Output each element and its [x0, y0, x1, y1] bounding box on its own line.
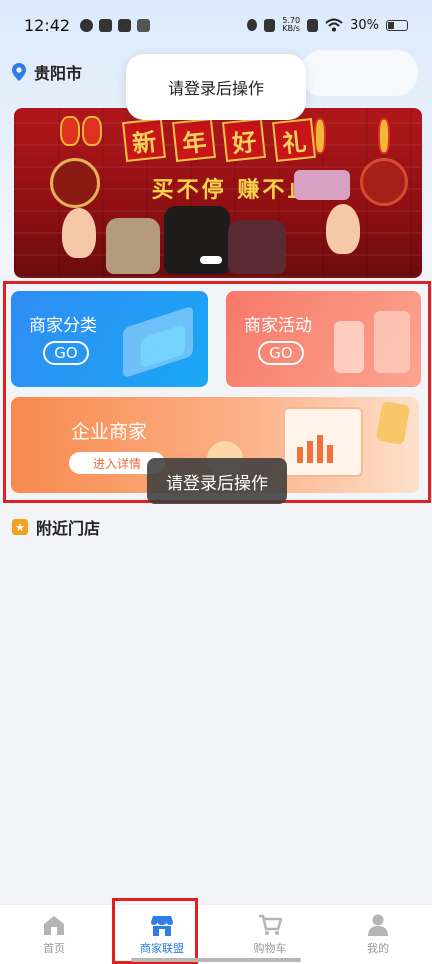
- user-icon: [368, 914, 388, 936]
- banner-title: 新 年 好 礼: [122, 118, 316, 164]
- message-notification-icon: [99, 18, 113, 32]
- battery-percent: 30%: [350, 17, 379, 33]
- nearby-stores-header: ★ 附近门店: [12, 515, 100, 539]
- window-pattern-decoration: [360, 158, 408, 206]
- app-notification-icon: [80, 18, 94, 32]
- sim-icon: [307, 18, 319, 32]
- nav-item-cart[interactable]: 购物车: [216, 905, 324, 964]
- nav-label-mine: 我的: [367, 941, 389, 955]
- handbag-image: [164, 206, 230, 274]
- network-speed-unit: KB/s: [282, 24, 300, 33]
- status-bar: 12:42 5.70 KB/s 30%: [0, 0, 432, 50]
- bottom-navigation: 首页 商家联盟 购物车 我的: [0, 904, 432, 964]
- banner-title-char: 礼: [272, 118, 316, 162]
- nearby-stores-title: 附近门店: [36, 519, 101, 538]
- status-time: 12:42: [24, 15, 71, 35]
- tiktok-icon: [118, 18, 132, 32]
- nav-item-home[interactable]: 首页: [0, 905, 108, 964]
- child-figure-left: [62, 208, 96, 258]
- network-speed: 5.70 KB/s: [282, 17, 300, 33]
- wifi-icon: [325, 18, 343, 32]
- promo-banner[interactable]: 新 年 好 礼 买不停 赚不止: [14, 108, 422, 278]
- banner-title-char: 好: [222, 118, 266, 162]
- nav-item-mine[interactable]: 我的: [324, 905, 432, 964]
- battery-icon: [386, 19, 408, 31]
- handbag-image: [228, 220, 286, 274]
- lantern-decoration: [82, 116, 102, 146]
- window-pattern-decoration: [50, 158, 100, 208]
- location-pin-icon: [12, 63, 26, 81]
- login-toast-popup: 请登录后操作: [126, 54, 306, 120]
- firecracker-decoration: [378, 118, 390, 154]
- home-icon: [44, 915, 64, 935]
- banner-title-char: 年: [172, 118, 216, 162]
- cart-icon: [259, 914, 282, 935]
- handbag-image: [106, 218, 160, 274]
- star-icon: ★: [12, 519, 28, 535]
- active-nav-highlight: [112, 898, 198, 964]
- firecracker-decoration: [314, 118, 326, 154]
- location-status-icon: [247, 19, 258, 31]
- city-label: 贵阳市: [34, 64, 83, 83]
- crown-icon: [137, 18, 151, 32]
- system-home-indicator[interactable]: [131, 958, 301, 962]
- login-toast: 请登录后操作: [147, 458, 287, 504]
- child-figure-right: [326, 204, 360, 254]
- location-selector[interactable]: 贵阳市: [12, 52, 82, 92]
- wallet-image: [294, 170, 350, 200]
- nav-label-cart: 购物车: [253, 941, 287, 955]
- nav-label-home: 首页: [43, 941, 65, 955]
- banner-title-char: 新: [122, 118, 166, 162]
- lantern-decoration: [60, 116, 80, 146]
- banner-page-indicator: [200, 256, 222, 264]
- vibrate-icon: [264, 18, 276, 32]
- search-bar[interactable]: [300, 50, 418, 96]
